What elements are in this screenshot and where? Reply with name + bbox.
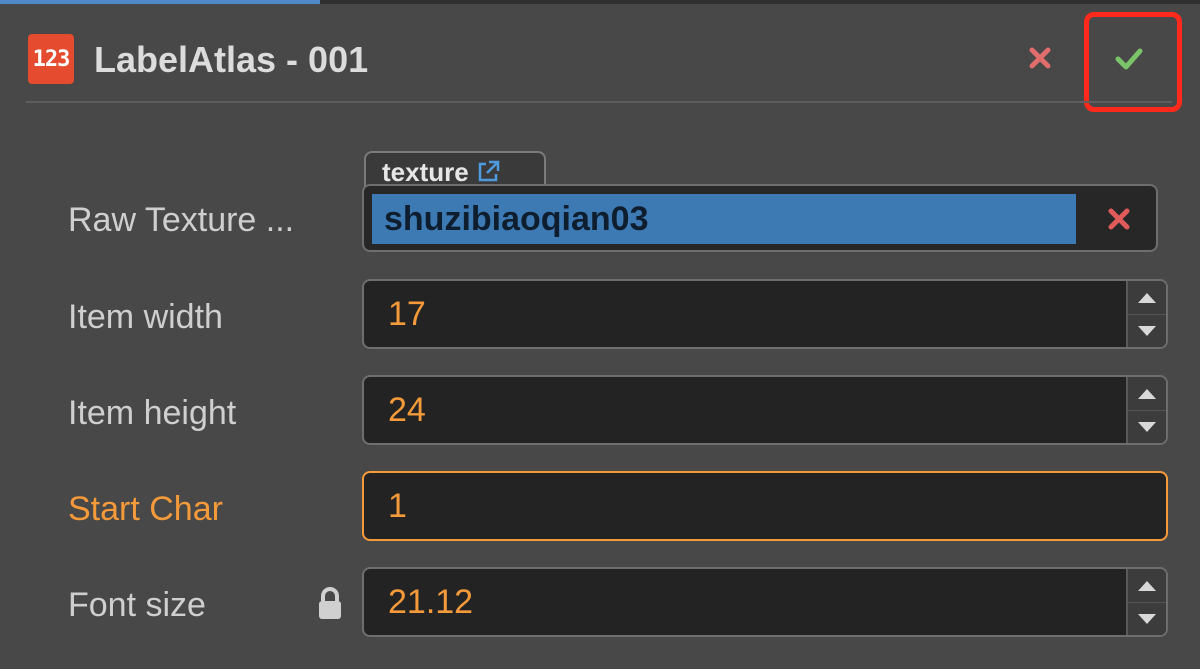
header-divider [26, 101, 1172, 103]
arrow-up-icon [1138, 388, 1156, 399]
inspector-panel: 123 LabelAtlas - 001 Raw Texture ... tex… [0, 0, 1200, 669]
decrement-button[interactable] [1128, 602, 1166, 635]
start-char-input[interactable]: 1 [362, 471, 1168, 541]
decrement-button[interactable] [1128, 314, 1166, 347]
font-size-value: 21.12 [388, 583, 474, 621]
arrow-down-icon [1138, 421, 1156, 432]
label-atlas-icon-text: 123 [32, 46, 71, 72]
arrow-down-icon [1138, 325, 1156, 336]
clear-texture-button[interactable] [1098, 198, 1140, 240]
increment-button[interactable] [1128, 281, 1166, 315]
lock-icon [319, 587, 341, 619]
start-char-label: Start Char [68, 490, 223, 528]
item-height-value: 24 [388, 391, 426, 429]
item-height-stepper[interactable] [1126, 377, 1166, 443]
confirm-button[interactable] [1106, 36, 1152, 82]
raw-texture-value[interactable]: shuzibiaoqian03 [372, 194, 1076, 244]
arrow-up-icon [1138, 292, 1156, 303]
checkmark-icon [1115, 48, 1143, 70]
font-size-stepper[interactable] [1126, 569, 1166, 635]
arrow-up-icon [1138, 580, 1156, 591]
increment-button[interactable] [1128, 569, 1166, 603]
item-width-input[interactable]: 17 [362, 279, 1168, 349]
decrement-button[interactable] [1128, 410, 1166, 443]
font-size-label: Font size [68, 586, 206, 624]
close-icon [1029, 47, 1051, 69]
font-size-input[interactable]: 21.12 [362, 567, 1168, 637]
open-asset-button[interactable] [475, 159, 501, 185]
close-icon [1108, 208, 1130, 230]
item-width-value: 17 [388, 295, 426, 333]
item-width-stepper[interactable] [1126, 281, 1166, 347]
raw-texture-field[interactable]: shuzibiaoqian03 [362, 184, 1158, 252]
start-char-value: 1 [388, 487, 407, 525]
item-width-label: Item width [68, 298, 223, 336]
arrow-down-icon [1138, 613, 1156, 624]
item-height-input[interactable]: 24 [362, 375, 1168, 445]
external-link-icon [478, 160, 499, 182]
raw-texture-label: Raw Texture ... [68, 201, 295, 239]
discard-button[interactable] [1020, 38, 1060, 78]
label-atlas-icon: 123 [28, 34, 74, 84]
texture-tab-label: texture [382, 157, 469, 187]
item-height-label: Item height [68, 394, 237, 432]
node-title: LabelAtlas - 001 [94, 39, 369, 80]
increment-button[interactable] [1128, 377, 1166, 411]
active-tab-indicator [0, 0, 320, 4]
